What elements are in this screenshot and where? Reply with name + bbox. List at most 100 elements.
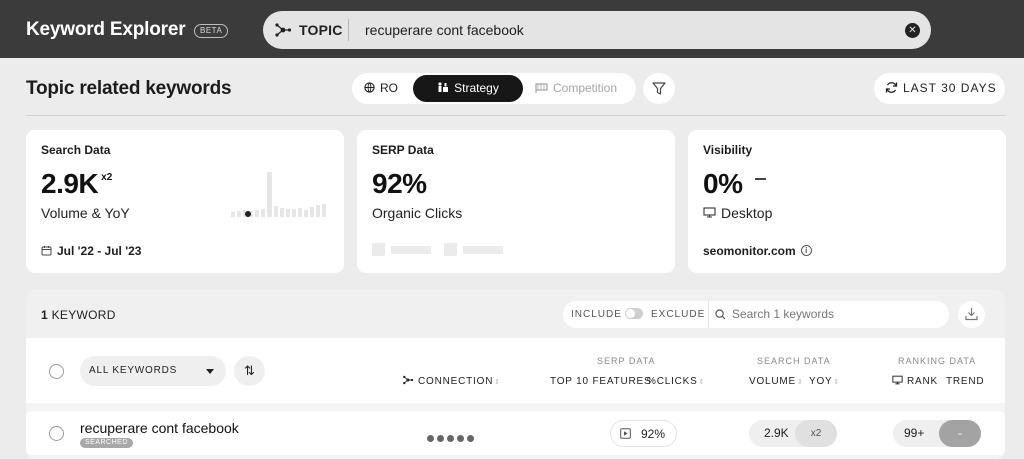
keyword-table-panel: 1 KEYWORD INCLUDE EXCLUDE ALL KEYWORDS ⇅… (26, 290, 1005, 459)
strategy-icon (438, 82, 449, 93)
row-checkbox[interactable] (49, 426, 64, 441)
search-period-label: Jul '22 - Jul '23 (57, 244, 142, 258)
table-header: ALL KEYWORDS ⇅ SERP DATA SEARCH DATA RAN… (26, 338, 1005, 403)
column-volume-label: VOLUME (749, 376, 797, 387)
topic-type-label[interactable]: TOPIC (299, 22, 343, 38)
visibility-domain: seomonitor.com i (703, 244, 812, 258)
table-toolbar: 1 KEYWORD INCLUDE EXCLUDE (26, 290, 1005, 338)
domain-label: seomonitor.com (703, 244, 796, 258)
visibility-card: Visibility 0% Desktop seomonitor.com i (688, 130, 1006, 273)
desktop-icon (892, 376, 903, 385)
trend-value: - (939, 420, 981, 447)
organic-clicks-label: Organic Clicks (372, 205, 463, 221)
search-input[interactable] (732, 307, 942, 321)
device-text: Desktop (721, 205, 773, 221)
video-feature-icon (620, 428, 631, 440)
column-clicks[interactable]: %CLICKS⇕ (647, 376, 705, 387)
keyword-search-box: INCLUDE EXCLUDE (563, 301, 949, 328)
search-volume-number: 2.9K (41, 168, 99, 199)
app-title: Keyword Explorer (26, 19, 186, 40)
serp-feature-placeholder (463, 246, 503, 254)
info-icon[interactable]: i (800, 245, 812, 257)
download-button[interactable] (958, 301, 985, 328)
column-yoy-label: YOY (809, 376, 833, 387)
column-connection-label: CONNECTION (418, 376, 494, 387)
rank-pill[interactable]: 99+ - (893, 420, 981, 447)
table-row[interactable]: recuperare cont facebook SEARCHED 92% 2.… (26, 411, 1005, 455)
search-period: Jul '22 - Jul '23 (41, 244, 141, 258)
locale-selector[interactable]: RO (364, 73, 398, 104)
search-icon (715, 309, 726, 320)
beta-badge: BETA (194, 24, 229, 38)
top-bar: Keyword Explorer BETA TOPIC recuperare c… (0, 0, 1024, 58)
search-data-card: Search Data 2.9K x2 Volume & YoY Jul '22 … (26, 130, 344, 273)
rank-value: 99+ (904, 426, 925, 440)
column-clicks-label: %CLICKS (647, 376, 698, 387)
organic-clicks-value: 92% (372, 168, 427, 199)
chevron-down-icon (206, 369, 214, 374)
serp-clicks-pill[interactable]: 92% (610, 420, 677, 447)
locale-label: RO (380, 81, 398, 95)
exclude-label[interactable]: EXCLUDE (651, 309, 705, 320)
keyword-filter-value: ALL KEYWORDS (89, 365, 178, 376)
serp-feature-placeholder (444, 243, 457, 256)
flag-icon (535, 83, 548, 93)
yoy-multiplier: x2 (101, 172, 113, 183)
keyword-count-number: 1 (41, 308, 48, 322)
sort-button[interactable]: ⇅ (234, 356, 265, 386)
column-top10-features[interactable]: TOP 10 FEATURES (550, 376, 651, 387)
visibility-value: 0% (703, 168, 743, 199)
sort-arrows-icon: ⇕ (698, 379, 706, 386)
sort-arrows-icon: ⇕ (833, 379, 841, 386)
volume-pill[interactable]: 2.9K x2 (749, 420, 837, 447)
desktop-icon (703, 207, 716, 218)
visibility-change-dash (755, 178, 766, 180)
volume-value: 2.9K (764, 426, 789, 440)
select-all-checkbox[interactable] (49, 364, 64, 379)
keyword-search-field (708, 301, 949, 328)
topic-search-bar[interactable]: TOPIC recuperare cont facebook ✕ (263, 11, 931, 49)
filter-icon (652, 82, 666, 95)
filter-button[interactable] (643, 73, 675, 104)
date-range-label: LAST 30 DAYS (903, 81, 997, 95)
include-exclude-toggle[interactable] (625, 308, 643, 319)
search-data-subtitle: Volume & YoY (41, 205, 130, 221)
device-label: Desktop (703, 205, 772, 221)
include-label[interactable]: INCLUDE (571, 309, 622, 320)
date-range-button[interactable]: LAST 30 DAYS (874, 73, 1005, 104)
sort-arrows-icon: ⇕ (494, 379, 501, 386)
column-rank-label: RANK (907, 376, 938, 387)
column-volume[interactable]: VOLUME⇕ (749, 376, 804, 387)
refresh-icon (885, 82, 898, 94)
topic-query-input[interactable]: recuperare cont facebook (365, 22, 524, 38)
column-connection[interactable]: CONNECTION⇕ (402, 376, 501, 387)
clicks-value: 92% (641, 427, 666, 441)
globe-icon (364, 82, 375, 94)
keyword-text[interactable]: recuperare cont facebook (80, 420, 239, 436)
volume-trend-sparkline (231, 172, 326, 217)
visibility-title: Visibility (703, 143, 753, 157)
section-divider (26, 115, 1005, 116)
tab-competition-label: Competition (553, 81, 618, 95)
tab-strategy[interactable]: Strategy (413, 75, 523, 102)
search-separator (348, 19, 349, 41)
sort-arrows-icon: ⇕ (797, 379, 804, 386)
tab-competition[interactable]: Competition (535, 73, 617, 104)
serp-data-card: SERP Data 92% Organic Clicks (357, 130, 675, 273)
search-volume-value: 2.9K x2 (41, 168, 112, 200)
keyword-count: 1 KEYWORD (41, 308, 116, 322)
mode-segmented-control: RO Strategy Competition (352, 73, 636, 104)
serp-data-group: SERP DATA (597, 356, 656, 366)
column-rank[interactable]: RANK (892, 376, 938, 387)
close-icon[interactable]: ✕ (905, 23, 920, 38)
calendar-icon (41, 246, 52, 256)
serp-data-title: SERP Data (372, 143, 434, 157)
searched-badge: SEARCHED (80, 438, 133, 448)
page-title: Topic related keywords (26, 78, 232, 99)
search-data-group: SEARCH DATA (757, 356, 831, 366)
tab-strategy-label: Strategy (454, 81, 499, 95)
column-trend[interactable]: TREND (946, 376, 984, 387)
column-yoy[interactable]: YOY⇕ (809, 376, 840, 387)
connection-icon (403, 376, 414, 385)
keyword-filter-select[interactable]: ALL KEYWORDS (80, 356, 226, 386)
